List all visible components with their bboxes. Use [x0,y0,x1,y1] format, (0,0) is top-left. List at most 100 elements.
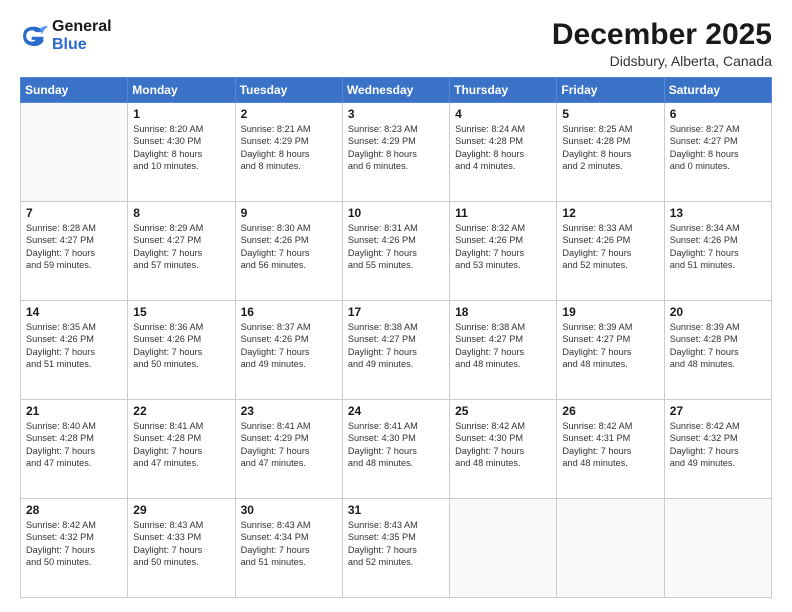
calendar-cell: 12 Sunrise: 8:33 AM Sunset: 4:26 PM Dayli… [557,202,664,301]
calendar-cell: 21Sunrise: 8:40 AM Sunset: 4:28 PM Dayli… [21,400,128,499]
cell-sun-info: Sunrise: 8:36 AM Sunset: 4:26 PM Dayligh… [133,321,229,371]
col-monday: Monday [128,78,235,103]
cell-sun-info: Sunrise: 8:38 AM Sunset: 4:27 PM Dayligh… [455,321,551,371]
cell-sun-info: Sunrise: 8:41 AM Sunset: 4:29 PM Dayligh… [241,420,337,470]
calendar-cell [21,103,128,202]
col-friday: Friday [557,78,664,103]
calendar-week-4: 21Sunrise: 8:40 AM Sunset: 4:28 PM Dayli… [21,400,772,499]
cell-sun-info: Sunrise: 8:40 AM Sunset: 4:28 PM Dayligh… [26,420,122,470]
day-number: 23 [241,404,337,418]
cell-sun-info: Sunrise: 8:32 AM Sunset: 4:26 PM Dayligh… [455,222,551,272]
calendar-cell: 15 Sunrise: 8:36 AM Sunset: 4:26 PM Dayli… [128,301,235,400]
cell-sun-info: Sunrise: 8:42 AM Sunset: 4:32 PM Dayligh… [26,519,122,569]
day-number: 15 [133,305,229,319]
day-number: 14 [26,305,122,319]
day-number: 4 [455,107,551,121]
cell-sun-info: Sunrise: 8:42 AM Sunset: 4:32 PM Dayligh… [670,420,766,470]
day-number: 19 [562,305,658,319]
calendar-week-5: 28 Sunrise: 8:42 AM Sunset: 4:32 PM Dayli… [21,499,772,598]
day-number: 31 [348,503,444,517]
calendar-cell: 9 Sunrise: 8:30 AM Sunset: 4:26 PM Daylig… [235,202,342,301]
calendar-cell: 13Sunrise: 8:34 AM Sunset: 4:26 PM Dayli… [664,202,771,301]
calendar-cell: 19Sunrise: 8:39 AM Sunset: 4:27 PM Dayli… [557,301,664,400]
calendar-cell [664,499,771,598]
month-title: December 2025 [552,18,772,51]
calendar-cell: 31 Sunrise: 8:43 AM Sunset: 4:35 PM Dayli… [342,499,449,598]
calendar-week-1: 1Sunrise: 8:20 AM Sunset: 4:30 PM Daylig… [21,103,772,202]
calendar-cell: 14Sunrise: 8:35 AM Sunset: 4:26 PM Dayli… [21,301,128,400]
cell-sun-info: Sunrise: 8:29 AM Sunset: 4:27 PM Dayligh… [133,222,229,272]
cell-sun-info: Sunrise: 8:33 AM Sunset: 4:26 PM Dayligh… [562,222,658,272]
calendar-week-3: 14Sunrise: 8:35 AM Sunset: 4:26 PM Dayli… [21,301,772,400]
day-number: 29 [133,503,229,517]
calendar-cell: 29 Sunrise: 8:43 AM Sunset: 4:33 PM Dayli… [128,499,235,598]
col-wednesday: Wednesday [342,78,449,103]
calendar-cell: 30 Sunrise: 8:43 AM Sunset: 4:34 PM Dayli… [235,499,342,598]
calendar-cell: 10 Sunrise: 8:31 AM Sunset: 4:26 PM Dayli… [342,202,449,301]
day-number: 5 [562,107,658,121]
day-number: 24 [348,404,444,418]
cell-sun-info: Sunrise: 8:42 AM Sunset: 4:30 PM Dayligh… [455,420,551,470]
day-number: 3 [348,107,444,121]
header-right: December 2025 Didsbury, Alberta, Canada [552,18,772,69]
cell-sun-info: Sunrise: 8:25 AM Sunset: 4:28 PM Dayligh… [562,123,658,173]
cell-sun-info: Sunrise: 8:20 AM Sunset: 4:30 PM Dayligh… [133,123,229,173]
calendar-cell: 25 Sunrise: 8:42 AM Sunset: 4:30 PM Dayli… [450,400,557,499]
day-number: 2 [241,107,337,121]
cell-sun-info: Sunrise: 8:24 AM Sunset: 4:28 PM Dayligh… [455,123,551,173]
cell-sun-info: Sunrise: 8:43 AM Sunset: 4:33 PM Dayligh… [133,519,229,569]
day-number: 12 [562,206,658,220]
calendar-cell: 8 Sunrise: 8:29 AM Sunset: 4:27 PM Daylig… [128,202,235,301]
calendar-cell: 2 Sunrise: 8:21 AM Sunset: 4:29 PM Daylig… [235,103,342,202]
top-section: General Blue December 2025 Didsbury, Alb… [20,18,772,69]
cell-sun-info: Sunrise: 8:21 AM Sunset: 4:29 PM Dayligh… [241,123,337,173]
calendar-week-2: 7Sunrise: 8:28 AM Sunset: 4:27 PM Daylig… [21,202,772,301]
day-number: 8 [133,206,229,220]
calendar-cell: 5 Sunrise: 8:25 AM Sunset: 4:28 PM Daylig… [557,103,664,202]
cell-sun-info: Sunrise: 8:38 AM Sunset: 4:27 PM Dayligh… [348,321,444,371]
cell-sun-info: Sunrise: 8:39 AM Sunset: 4:28 PM Dayligh… [670,321,766,371]
calendar-header-row: Sunday Monday Tuesday Wednesday Thursday… [21,78,772,103]
calendar-cell: 17Sunrise: 8:38 AM Sunset: 4:27 PM Dayli… [342,301,449,400]
calendar-cell: 6 Sunrise: 8:27 AM Sunset: 4:27 PM Daylig… [664,103,771,202]
day-number: 9 [241,206,337,220]
cell-sun-info: Sunrise: 8:30 AM Sunset: 4:26 PM Dayligh… [241,222,337,272]
logo-text: General Blue [52,18,112,54]
calendar-cell: 11Sunrise: 8:32 AM Sunset: 4:26 PM Dayli… [450,202,557,301]
cell-sun-info: Sunrise: 8:41 AM Sunset: 4:30 PM Dayligh… [348,420,444,470]
day-number: 16 [241,305,337,319]
logo-icon [20,22,48,50]
calendar-cell: 27Sunrise: 8:42 AM Sunset: 4:32 PM Dayli… [664,400,771,499]
page: General Blue December 2025 Didsbury, Alb… [0,0,792,612]
day-number: 28 [26,503,122,517]
calendar-cell: 22Sunrise: 8:41 AM Sunset: 4:28 PM Dayli… [128,400,235,499]
calendar-cell: 16 Sunrise: 8:37 AM Sunset: 4:26 PM Dayli… [235,301,342,400]
day-number: 10 [348,206,444,220]
calendar-cell: 24 Sunrise: 8:41 AM Sunset: 4:30 PM Dayli… [342,400,449,499]
cell-sun-info: Sunrise: 8:27 AM Sunset: 4:27 PM Dayligh… [670,123,766,173]
calendar-cell: 26Sunrise: 8:42 AM Sunset: 4:31 PM Dayli… [557,400,664,499]
cell-sun-info: Sunrise: 8:43 AM Sunset: 4:34 PM Dayligh… [241,519,337,569]
col-thursday: Thursday [450,78,557,103]
cell-sun-info: Sunrise: 8:37 AM Sunset: 4:26 PM Dayligh… [241,321,337,371]
day-number: 22 [133,404,229,418]
day-number: 26 [562,404,658,418]
calendar-cell: 7Sunrise: 8:28 AM Sunset: 4:27 PM Daylig… [21,202,128,301]
day-number: 18 [455,305,551,319]
location-title: Didsbury, Alberta, Canada [552,53,772,69]
cell-sun-info: Sunrise: 8:31 AM Sunset: 4:26 PM Dayligh… [348,222,444,272]
day-number: 6 [670,107,766,121]
col-saturday: Saturday [664,78,771,103]
calendar-cell [450,499,557,598]
calendar-cell: 20Sunrise: 8:39 AM Sunset: 4:28 PM Dayli… [664,301,771,400]
day-number: 25 [455,404,551,418]
cell-sun-info: Sunrise: 8:34 AM Sunset: 4:26 PM Dayligh… [670,222,766,272]
day-number: 30 [241,503,337,517]
cell-sun-info: Sunrise: 8:43 AM Sunset: 4:35 PM Dayligh… [348,519,444,569]
calendar-cell: 1Sunrise: 8:20 AM Sunset: 4:30 PM Daylig… [128,103,235,202]
cell-sun-info: Sunrise: 8:23 AM Sunset: 4:29 PM Dayligh… [348,123,444,173]
day-number: 7 [26,206,122,220]
logo: General Blue [20,18,112,54]
col-sunday: Sunday [21,78,128,103]
col-tuesday: Tuesday [235,78,342,103]
